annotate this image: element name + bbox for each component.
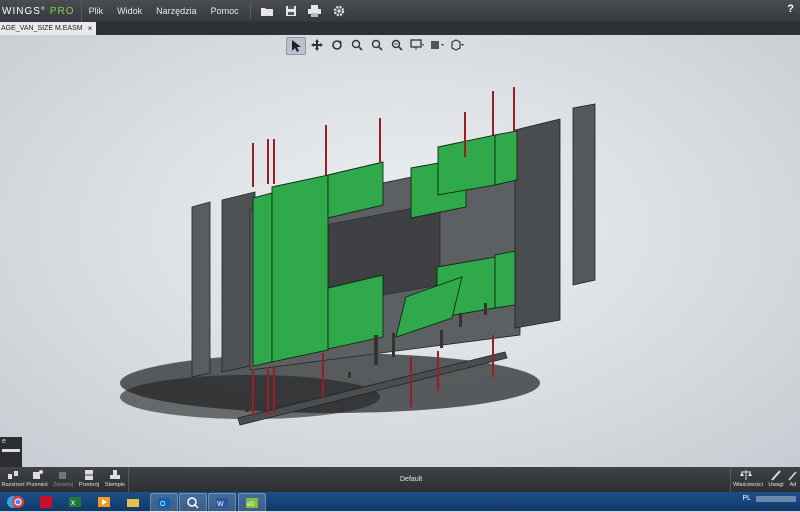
reset-icon — [56, 469, 70, 481]
explode-button[interactable]: Rozstrzel — [0, 469, 26, 488]
properties-icon — [739, 469, 753, 481]
edrawings-icon[interactable]: eD — [238, 493, 266, 512]
explode-label: Rozstrzel — [1, 482, 25, 488]
document-tab-title: AGE_VAN_SIZE M.EASM — [1, 25, 83, 32]
reset-label: Zresetuj — [53, 482, 73, 488]
left-mini-panel: e — [0, 437, 22, 469]
document-tab-bar: AGE_VAN_SIZE M.EASM × — [0, 22, 800, 35]
rotate-icon[interactable] — [328, 37, 346, 53]
section-label: Przekrój — [78, 482, 100, 488]
3d-viewport[interactable] — [0, 35, 800, 467]
svg-text:O: O — [160, 501, 166, 508]
right-end-plate — [572, 103, 596, 286]
acrobat-icon[interactable] — [33, 493, 59, 510]
green-panel-lower-right-strip — [494, 250, 516, 309]
menu-divider — [249, 3, 251, 19]
toolbar-divider — [128, 467, 129, 492]
app-brand: WINGS° PRO — [0, 0, 82, 22]
menu-plik[interactable]: Plik — [82, 6, 111, 16]
move-icon — [30, 469, 44, 481]
section-icon — [82, 469, 96, 481]
search-icon[interactable] — [179, 493, 207, 512]
stamp-label: Stemple — [104, 482, 126, 488]
print-icon[interactable] — [307, 3, 323, 19]
reset-button[interactable]: Zresetuj — [50, 469, 76, 488]
open-folder-icon[interactable] — [259, 3, 275, 19]
move-button[interactable]: Przenieś — [24, 469, 50, 488]
excel-icon[interactable]: x — [62, 493, 88, 510]
section-view-icon[interactable] — [428, 37, 446, 53]
configuration-label: Default — [400, 476, 423, 483]
stamp-icon — [108, 469, 122, 481]
svg-text:x: x — [71, 498, 75, 507]
stamp-button[interactable]: Stemple — [102, 469, 128, 488]
section-button[interactable]: Przekrój — [76, 469, 102, 488]
properties-label: Właściwości — [733, 482, 763, 488]
menu-pomoc[interactable]: Pomoc — [204, 6, 246, 16]
document-tab[interactable]: AGE_VAN_SIZE M.EASM × — [0, 22, 97, 35]
slider-handle-icon[interactable] — [2, 449, 20, 452]
view-toolbar — [286, 37, 466, 55]
green-panel-left-strip — [252, 192, 273, 367]
outlook-icon[interactable]: O — [150, 493, 178, 512]
media-player-icon[interactable] — [91, 493, 117, 510]
menu-widok[interactable]: Widok — [110, 6, 149, 16]
zoom-box-icon[interactable] — [348, 37, 366, 53]
system-tray: PL — [742, 495, 796, 502]
chrome-icon[interactable] — [5, 493, 31, 510]
svg-text:W: W — [217, 501, 224, 508]
brand-suffix: PRO — [49, 5, 75, 17]
tray-icons[interactable] — [756, 495, 796, 502]
box-view-icon[interactable] — [448, 37, 466, 53]
save-icon[interactable] — [283, 3, 299, 19]
right-frame — [514, 118, 561, 329]
left-end-plate — [191, 201, 211, 378]
green-panel-left-large — [271, 174, 329, 363]
windows-taskbar: x O W eD PL — [0, 492, 800, 512]
markup-label: Uwagi — [768, 482, 784, 488]
pan-icon[interactable] — [308, 37, 326, 53]
file-explorer-icon[interactable] — [120, 493, 146, 510]
close-tab-icon[interactable]: × — [88, 22, 93, 35]
left-panel-label: e — [2, 438, 6, 445]
properties-button[interactable]: Właściwości — [733, 469, 763, 488]
select-arrow-icon[interactable] — [286, 37, 306, 55]
explode-icon — [6, 469, 20, 481]
title-menu-bar: WINGS° PRO Plik Widok Narzędzia Pomoc ? — [0, 0, 800, 22]
zoom-fit-icon[interactable] — [368, 37, 386, 53]
display-mode-icon[interactable] — [408, 37, 426, 53]
green-panel-upper-right-strip — [494, 130, 518, 186]
add-icon — [786, 469, 800, 481]
model-render — [120, 87, 596, 426]
language-indicator[interactable]: PL — [742, 495, 751, 502]
add-button[interactable]: Ad — [786, 469, 800, 488]
menu-narzedzia[interactable]: Narzędzia — [149, 6, 204, 16]
word-icon[interactable]: W — [208, 493, 236, 512]
help-button[interactable]: ? — [787, 3, 794, 15]
brand-name: WINGS° — [2, 5, 46, 17]
bottom-toolbar: Rozstrzel Przenieś Zresetuj Przekrój Ste… — [0, 467, 800, 492]
toolbar-divider-right — [730, 467, 731, 492]
green-panel-upper-right-back — [437, 134, 496, 196]
move-label: Przenieś — [26, 482, 48, 488]
zoom-icon[interactable] — [388, 37, 406, 53]
markup-pen-icon — [769, 469, 783, 481]
add-label: Ad — [789, 482, 797, 488]
svg-text:eD: eD — [247, 502, 255, 508]
gear-icon[interactable] — [331, 3, 347, 19]
